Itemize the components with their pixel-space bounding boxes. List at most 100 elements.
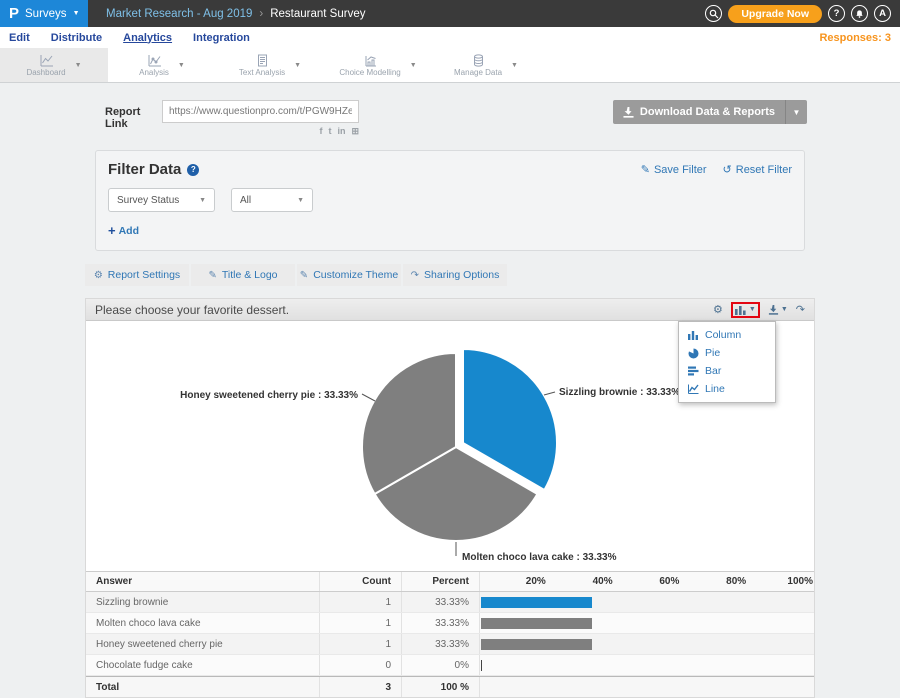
facebook-icon[interactable]: f [319, 126, 322, 137]
chart-share-button[interactable]: ↷ [796, 303, 805, 316]
download-icon [768, 305, 779, 315]
chart-type-button[interactable]: ▼ [735, 305, 756, 315]
bar-track [480, 618, 814, 629]
toolbar-item-choice-modelling[interactable]: Choice Modelling ▼ [324, 48, 432, 82]
chevron-down-icon: ▼ [749, 306, 756, 313]
reset-filter-button[interactable]: ↺ Reset Filter [723, 163, 792, 176]
chart-download-button[interactable]: ▼ [768, 305, 788, 315]
help-button[interactable]: ? [828, 5, 845, 22]
toolbar-item-dashboard[interactable]: Dashboard ▼ [0, 48, 108, 82]
toolbar-item-analysis[interactable]: Analysis ▼ [108, 48, 216, 82]
download-data-reports-button[interactable]: Download Data & Reports [613, 100, 785, 124]
download-options-caret[interactable]: ▼ [785, 100, 807, 124]
bar-track [480, 660, 814, 671]
dashboard-icon [39, 54, 54, 67]
bar-axis: 20% 40% 60% 80% 100% [479, 572, 814, 591]
pie-label-molten: Molten choco lava cake : 33.33% [462, 552, 617, 563]
pie-label-honey: Honey sweetened cherry pie : 33.33% [180, 390, 358, 401]
table-header-row: Answer Count Percent 20% 40% 60% 80% 100… [86, 571, 814, 592]
cell-count: 1 [319, 613, 401, 633]
menu-item-column[interactable]: Column [679, 326, 775, 344]
total-percent: 100 % [401, 677, 479, 697]
download-icon [623, 107, 634, 118]
chevron-down-icon: ▼ [199, 197, 206, 204]
toolbar-item-label: Text Analysis [239, 68, 285, 77]
chevron-down-icon: ▼ [297, 197, 304, 204]
cell-answer: Chocolate fudge cake [86, 655, 319, 675]
tab-title-logo[interactable]: ✎ Title & Logo [191, 264, 295, 286]
analysis-icon [147, 54, 162, 67]
toolbar-item-label: Dashboard [26, 68, 65, 77]
chevron-down-icon[interactable]: ▼ [75, 62, 82, 69]
product-label: Surveys [25, 8, 67, 20]
percent-bar [481, 618, 592, 629]
cell-percent: 33.33% [401, 613, 479, 633]
menu-item-line[interactable]: Line [679, 380, 775, 398]
chevron-down-icon[interactable]: ▼ [178, 62, 185, 69]
axis-label: 20% [480, 576, 547, 587]
manage-data-icon [471, 54, 486, 67]
choice-modelling-icon [363, 54, 378, 67]
filter-field-select[interactable]: Survey Status ▼ [108, 188, 215, 212]
upgrade-now-button[interactable]: Upgrade Now [728, 5, 822, 23]
save-filter-button[interactable]: ✎ Save Filter [641, 163, 707, 176]
save-filter-label: Save Filter [654, 164, 707, 176]
chart-header: Please choose your favorite dessert. ⚙ ▼… [86, 299, 814, 321]
add-filter-button[interactable]: + Add [108, 223, 152, 238]
tab-report-settings[interactable]: ⚙ Report Settings [85, 264, 189, 286]
filter-help-icon[interactable]: ? [187, 164, 199, 176]
nav-item-integration[interactable]: Integration [193, 32, 250, 44]
responses-count[interactable]: Responses: 3 [819, 32, 891, 44]
report-link-label: Report Link [105, 106, 162, 137]
chevron-down-icon[interactable]: ▼ [511, 62, 518, 69]
question-title: Please choose your favorite dessert. [95, 303, 289, 317]
question-chart-panel: Please choose your favorite dessert. ⚙ ▼… [85, 298, 815, 698]
linkedin-icon[interactable]: in [337, 126, 345, 137]
edit-icon: ✎ [641, 163, 650, 176]
chart-type-menu: Column Pie Bar Line [678, 321, 776, 403]
search-button[interactable] [705, 5, 722, 22]
chevron-down-icon[interactable]: ▼ [410, 62, 417, 69]
tab-label: Customize Theme [313, 269, 398, 281]
nav-item-analytics[interactable]: Analytics [123, 32, 172, 44]
leader-line [544, 392, 555, 395]
menu-item-bar[interactable]: Bar [679, 362, 775, 380]
text-analysis-icon [255, 54, 270, 67]
table-row: Honey sweetened cherry pie 1 33.33% [86, 634, 814, 655]
chart-settings-button[interactable]: ⚙ [713, 303, 723, 316]
cell-count: 1 [319, 634, 401, 654]
axis-label: 60% [614, 576, 681, 587]
header-percent: Percent [401, 572, 479, 591]
report-link-input[interactable] [162, 100, 359, 123]
header-count: Count [319, 572, 401, 591]
toolbar-item-text-analysis[interactable]: Text Analysis ▼ [216, 48, 324, 82]
total-bar-area [479, 677, 814, 697]
avatar[interactable]: A [874, 5, 891, 22]
toolbar-item-manage-data[interactable]: Manage Data ▼ [432, 48, 540, 82]
embed-icon[interactable]: ⊞ [351, 126, 359, 137]
cell-answer: Honey sweetened cherry pie [86, 634, 319, 654]
tab-sharing-options[interactable]: ↷ Sharing Options [403, 264, 507, 286]
percent-bar [481, 597, 592, 608]
axis-label: 40% [547, 576, 614, 587]
chevron-down-icon[interactable]: ▼ [294, 62, 301, 69]
filter-value-value: All [240, 195, 251, 206]
cell-percent: 33.33% [401, 592, 479, 612]
filter-value-select[interactable]: All ▼ [231, 188, 313, 212]
nav-item-distribute[interactable]: Distribute [51, 32, 102, 44]
topbar-actions: Upgrade Now ? A [705, 0, 900, 27]
menu-item-pie[interactable]: Pie [679, 344, 775, 362]
filter-data-panel: Filter Data ? ✎ Save Filter ↺ Reset Filt… [95, 150, 805, 251]
chevron-down-icon: ▼ [781, 306, 788, 313]
total-count: 3 [319, 677, 401, 697]
nav-item-edit[interactable]: Edit [9, 32, 30, 44]
axis-label: 80% [680, 576, 747, 587]
notifications-button[interactable] [851, 5, 868, 22]
surveys-menu[interactable]: P Surveys ▼ [0, 0, 88, 27]
cell-answer: Molten choco lava cake [86, 613, 319, 633]
bell-icon [854, 8, 865, 19]
analytics-toolbar: Dashboard ▼ Analysis ▼ Text Analysis ▼ C… [0, 48, 900, 83]
tab-customize-theme[interactable]: ✎ Customize Theme [297, 264, 401, 286]
breadcrumb-parent[interactable]: Market Research - Aug 2019 [106, 8, 252, 20]
twitter-icon[interactable]: t [328, 126, 331, 137]
